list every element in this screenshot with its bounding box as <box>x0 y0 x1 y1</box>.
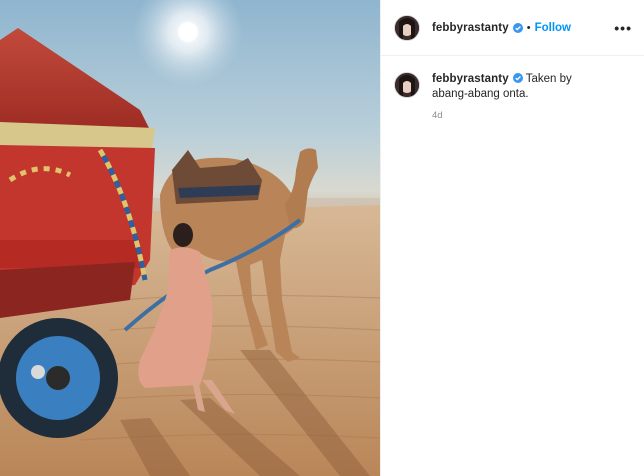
post-dialog: febbyrastanty • Follow ••• febbyrastanty… <box>0 0 644 476</box>
more-options-icon[interactable]: ••• <box>614 21 632 35</box>
comment-avatar[interactable] <box>394 72 420 98</box>
post-photo[interactable] <box>0 0 380 476</box>
verified-badge-icon <box>512 22 523 33</box>
comment-username-link[interactable]: febbyrastanty <box>432 73 509 85</box>
post-sidebar: febbyrastanty • Follow ••• febbyrastanty… <box>380 0 644 476</box>
username-link[interactable]: febbyrastanty <box>432 22 509 34</box>
caption-comment: febbyrastanty Taken by abang-abang onta.… <box>381 56 644 123</box>
verified-badge-icon <box>512 73 523 83</box>
separator-dot: • <box>526 21 531 34</box>
post-timestamp[interactable]: 4d <box>432 108 610 123</box>
post-header: febbyrastanty • Follow ••• <box>381 0 644 56</box>
avatar[interactable] <box>394 14 420 41</box>
comment-body: febbyrastanty Taken by abang-abang onta.… <box>432 72 610 123</box>
avatar-image <box>395 73 419 97</box>
follow-button[interactable]: Follow <box>535 22 571 34</box>
desert-camel-photo <box>0 0 380 476</box>
avatar-image <box>395 15 419 40</box>
